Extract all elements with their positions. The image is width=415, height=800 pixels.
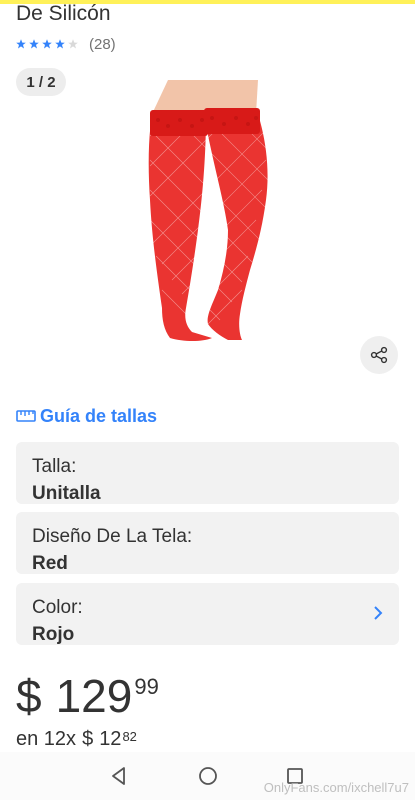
price-currency: $ xyxy=(16,670,42,722)
spec-label: Diseño De La Tela: xyxy=(32,526,193,547)
star-icon xyxy=(16,39,26,49)
star-icon xyxy=(29,39,39,49)
spec-fabric-card: Diseño De La Tela: Red xyxy=(16,512,399,574)
empty-star-icon xyxy=(68,39,78,49)
price-integer: 129 xyxy=(55,670,133,722)
installments-cents: 82 xyxy=(122,729,137,744)
installments-integer: 12 xyxy=(99,728,122,750)
price-cents: 99 xyxy=(134,674,159,699)
chevron-right-icon xyxy=(374,606,383,620)
rating-count: (28) xyxy=(89,35,116,53)
image-counter: 1 / 2 xyxy=(16,68,66,96)
size-guide-label: Guía de tallas xyxy=(40,405,158,426)
spec-value: Unitalla xyxy=(32,483,101,504)
spec-label: Color: xyxy=(32,597,83,618)
spec-label: Talla: xyxy=(32,456,77,477)
installments-currency: $ xyxy=(82,728,94,750)
star-icon xyxy=(55,39,65,49)
spec-size-card: Talla: Unitalla xyxy=(16,442,399,504)
installments-prefix: en 12x xyxy=(16,728,77,750)
product-price: $ 129 99 xyxy=(16,666,159,726)
product-image[interactable] xyxy=(132,80,284,342)
spec-value: Rojo xyxy=(32,624,75,645)
share-button[interactable] xyxy=(360,336,398,374)
star-icon xyxy=(42,39,52,49)
share-icon xyxy=(370,346,388,364)
product-title: De Silicón xyxy=(16,2,111,25)
product-rating[interactable]: (28) xyxy=(16,35,116,53)
watermark-text: OnlyFans.com/ixchell7u7 xyxy=(263,780,409,795)
ruler-icon xyxy=(16,410,36,422)
home-icon[interactable] xyxy=(196,764,220,788)
back-icon[interactable] xyxy=(107,764,131,788)
spec-value: Red xyxy=(32,553,68,574)
size-guide-link[interactable]: Guía de tallas xyxy=(16,404,157,428)
spec-color-card[interactable]: Color: Rojo xyxy=(16,583,399,645)
